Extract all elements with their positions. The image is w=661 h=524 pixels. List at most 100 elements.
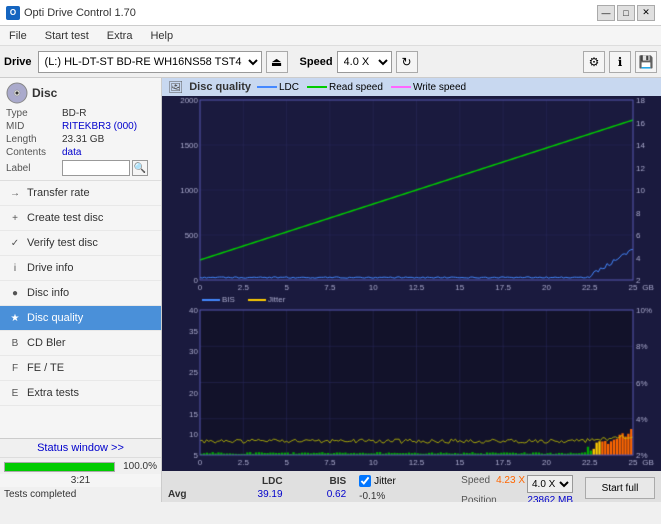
sidebar-item-fe-te[interactable]: F FE / TE [0, 356, 161, 381]
right-panel: 🖼 Disc quality LDC Read speed Write spee… [162, 78, 661, 502]
menu-file[interactable]: File [4, 29, 32, 43]
sidebar-item-disc-quality[interactable]: ★ Disc quality [0, 306, 161, 331]
disc-mid-row: MID RITEKBR3 (000) [6, 121, 155, 132]
nav-label-verify-test-disc: Verify test disc [27, 237, 98, 249]
position-row: Position 23862 MB [461, 495, 573, 502]
jitter-checkbox[interactable] [359, 475, 371, 487]
speed-section: Speed 4.23 X 4.0 X Position 23862 MB Sam… [455, 471, 579, 502]
avg-ldc: 39.19 [204, 488, 286, 501]
nav-label-transfer-rate: Transfer rate [27, 187, 90, 199]
legend-read: Read speed [307, 82, 383, 93]
label-input[interactable] [62, 160, 130, 176]
stats-section: LDC BIS Avg 39.19 0.62 Max 1846 [162, 471, 355, 502]
minimize-button[interactable]: — [597, 5, 615, 21]
mid-label: MID [6, 121, 62, 132]
info-button[interactable]: ℹ [609, 51, 631, 73]
drive-info-icon: i [8, 261, 22, 275]
nav-label-create-test-disc: Create test disc [27, 212, 103, 224]
refresh-button[interactable]: ↻ [396, 51, 418, 73]
disc-info-icon: ● [8, 286, 22, 300]
save-button[interactable]: 💾 [635, 51, 657, 73]
fe-te-icon: F [8, 361, 22, 375]
label-button[interactable]: 🔍 [132, 160, 148, 176]
contents-value: data [62, 147, 155, 158]
app-title: Opti Drive Control 1.70 [24, 7, 136, 19]
position-key: Position [461, 495, 497, 502]
col-bis-header: BIS [286, 475, 350, 488]
stats-max-row: Max 1846 36 [168, 501, 349, 502]
nav-label-extra-tests: Extra tests [27, 387, 79, 399]
disc-icon [6, 82, 28, 104]
maximize-button[interactable]: □ [617, 5, 635, 21]
verify-test-disc-icon: ✓ [8, 236, 22, 250]
ldc-color-swatch [257, 86, 277, 88]
sidebar-item-extra-tests[interactable]: E Extra tests [0, 381, 161, 406]
progress-bar-container: 100.0% [0, 458, 161, 474]
nav-items: → Transfer rate + Create test disc ✓ Ver… [0, 181, 161, 406]
transfer-rate-icon: → [8, 186, 22, 200]
stats-avg-row: Avg 39.19 0.62 [168, 488, 349, 501]
max-label: Max [168, 501, 204, 502]
disc-type-row: Type BD-R [6, 108, 155, 119]
disc-header: Disc [6, 82, 155, 104]
chart-header: 🖼 Disc quality LDC Read speed Write spee… [162, 78, 661, 96]
chart-legend: LDC Read speed Write speed [257, 82, 466, 93]
disc-fields: Type BD-R MID RITEKBR3 (000) Length 23.3… [6, 108, 155, 176]
length-label: Length [6, 134, 62, 145]
speed-select[interactable]: 4.0 X [337, 51, 392, 73]
progress-bar-bg [4, 462, 115, 472]
read-label: Read speed [329, 82, 383, 93]
status-time: 3:21 [0, 474, 161, 487]
sidebar-item-verify-test-disc[interactable]: ✓ Verify test disc [0, 231, 161, 256]
sidebar-item-disc-info[interactable]: ● Disc info [0, 281, 161, 306]
disc-quality-icon: ★ [8, 311, 22, 325]
bottom-stats: LDC BIS Avg 39.19 0.62 Max 1846 [162, 471, 661, 502]
buttons-section: Start full Start part [579, 471, 661, 502]
position-val: 23862 MB [527, 495, 573, 502]
eject-button[interactable]: ⏏ [266, 51, 288, 73]
menu-help[interactable]: Help [145, 29, 178, 43]
avg-bis: 0.62 [286, 488, 350, 501]
jitter-section: Jitter -0.1% 0.0% [355, 471, 455, 502]
menu-extra[interactable]: Extra [102, 29, 138, 43]
progress-bar-fill [5, 463, 114, 471]
col-ldc-header: LDC [204, 475, 286, 488]
disc-section: Disc Type BD-R MID RITEKBR3 (000) Length… [0, 78, 161, 181]
sidebar-item-transfer-rate[interactable]: → Transfer rate [0, 181, 161, 206]
drive-select[interactable]: (L:) HL-DT-ST BD-RE WH16NS58 TST4 [38, 51, 262, 73]
max-ldc: 1846 [204, 501, 286, 502]
label-label: Label [6, 163, 62, 174]
window-controls: — □ ✕ [597, 5, 655, 21]
sidebar-item-create-test-disc[interactable]: + Create test disc [0, 206, 161, 231]
legend-write: Write speed [391, 82, 466, 93]
length-value: 23.31 GB [62, 134, 155, 145]
write-color-swatch [391, 86, 411, 88]
chart-title: Disc quality [189, 81, 251, 93]
type-label: Type [6, 108, 62, 119]
titlebar-left: O Opti Drive Control 1.70 [6, 6, 136, 20]
close-button[interactable]: ✕ [637, 5, 655, 21]
speed-row: Speed 4.23 X 4.0 X [461, 475, 573, 493]
settings-button[interactable]: ⚙ [583, 51, 605, 73]
toolbar: Drive (L:) HL-DT-ST BD-RE WH16NS58 TST4 … [0, 46, 661, 78]
status-completed: Tests completed [0, 487, 161, 502]
main-layout: Disc Type BD-R MID RITEKBR3 (000) Length… [0, 78, 661, 502]
speed-select[interactable]: 4.0 X [527, 475, 573, 493]
jitter-label: Jitter [374, 476, 396, 487]
status-window-button[interactable]: Status window >> [0, 439, 161, 458]
label-row: Label 🔍 [6, 160, 155, 176]
sidebar-item-cd-bler[interactable]: B CD Bler [0, 331, 161, 356]
titlebar: O Opti Drive Control 1.70 — □ ✕ [0, 0, 661, 26]
speed-val: 4.23 X [496, 475, 525, 493]
cd-bler-icon: B [8, 336, 22, 350]
stats-table: LDC BIS Avg 39.19 0.62 Max 1846 [168, 475, 349, 502]
sidebar-item-drive-info[interactable]: i Drive info [0, 256, 161, 281]
start-full-button[interactable]: Start full [585, 477, 655, 499]
speed-key: Speed [461, 475, 490, 493]
nav-label-disc-quality: Disc quality [27, 312, 83, 324]
jitter-check-row: Jitter [359, 475, 451, 487]
menu-start-test[interactable]: Start test [40, 29, 94, 43]
disc-label: Disc [32, 86, 57, 100]
bottom-chart [162, 296, 661, 471]
ldc-label: LDC [279, 82, 299, 93]
